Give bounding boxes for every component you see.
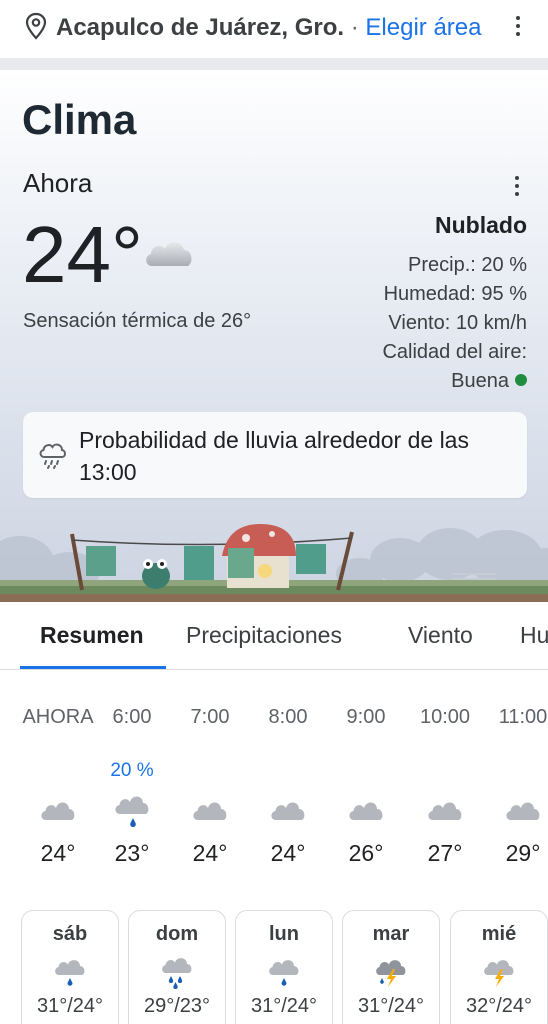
hour-column[interactable]: 6:00 20 % 23° — [93, 670, 171, 890]
hour-temp: 23° — [114, 840, 150, 866]
day-name: dom — [155, 923, 199, 945]
cloud-icon — [428, 802, 462, 820]
day-card[interactable]: mar 31°/24° — [342, 910, 440, 1024]
air-quality-value: Buena — [451, 370, 527, 393]
tab-viento[interactable]: Viento — [408, 622, 473, 649]
humidity-stat: Humedad: 95 % — [383, 283, 527, 305]
hour-label: AHORA — [22, 706, 94, 728]
cloud-heavy-rain-icon — [162, 958, 192, 989]
cloud-icon — [41, 802, 75, 820]
cloud-rain-icon — [55, 960, 85, 986]
cloud-icon — [193, 802, 227, 820]
rain-alert-text: Probabilidad de lluvia alrededor de las … — [79, 427, 469, 485]
cloud-icon — [349, 802, 383, 820]
day-range: 31°/24° — [357, 995, 425, 1017]
cloud-rain-icon — [115, 796, 149, 828]
day-name: lun — [269, 923, 299, 945]
day-name: mié — [481, 923, 517, 945]
card-more-options-icon[interactable] — [512, 174, 522, 198]
hour-temp: 24° — [192, 840, 228, 866]
condition-label: Nublado — [435, 212, 527, 238]
day-range: 31°/24° — [36, 995, 104, 1017]
rain-cloud-icon — [39, 443, 66, 469]
thunderstorm-icon — [376, 960, 406, 987]
hour-column[interactable]: 7:00 24° — [171, 670, 249, 890]
rain-alert[interactable]: Probabilidad de lluvia alrededor de las … — [23, 412, 527, 498]
section-divider — [0, 58, 548, 70]
hour-precip: 20 % — [110, 760, 154, 781]
hour-label: 6:00 — [112, 706, 152, 728]
hour-label: 9:00 — [346, 706, 386, 728]
card-title: Clima — [22, 96, 137, 143]
location-name: Acapulco de Juárez, Gro. — [56, 14, 345, 41]
day-range: 29°/23° — [143, 995, 211, 1017]
day-range: 32°/24° — [465, 995, 533, 1017]
hour-column[interactable]: 9:00 26° — [327, 670, 405, 890]
tab-bar: Resumen Precipitaciones Viento Humedad — [0, 602, 548, 670]
hour-column[interactable]: AHORA 24° — [19, 670, 97, 890]
daily-forecast: sáb 31°/24° dom 29°/23° lun 31°/24° mar … — [0, 890, 548, 1024]
hour-label: 8:00 — [268, 706, 308, 728]
hour-temp: 24° — [40, 840, 76, 866]
hour-temp: 24° — [270, 840, 306, 866]
now-label: Ahora — [23, 168, 93, 198]
wind-stat: Viento: 10 km/h — [388, 312, 527, 334]
hour-temp: 29° — [505, 840, 541, 866]
location-separator: · — [344, 14, 366, 41]
current-temperature: 24° — [22, 210, 143, 299]
hour-column[interactable]: 8:00 24° — [249, 670, 327, 890]
precipitation-stat: Precip.: 20 % — [408, 254, 527, 276]
air-quality-dot — [515, 374, 527, 386]
air-quality-text: Buena — [451, 370, 509, 392]
cloud-rain-icon — [269, 960, 299, 986]
cloud-icon — [271, 802, 305, 820]
hour-label: 7:00 — [190, 706, 230, 728]
day-card[interactable]: lun 31°/24° — [235, 910, 333, 1024]
day-card[interactable]: dom 29°/23° — [128, 910, 226, 1024]
location-line: Acapulco de Juárez, Gro. · Elegir área — [56, 14, 481, 42]
day-range: 31°/24° — [250, 995, 318, 1017]
hour-temp: 27° — [427, 840, 463, 866]
air-quality-label: Calidad del aire: — [382, 341, 527, 363]
feels-like: Sensación térmica de 26° — [23, 310, 252, 332]
day-card[interactable]: sáb 31°/24° — [21, 910, 119, 1024]
active-tab-indicator — [20, 666, 166, 669]
tab-precipitaciones[interactable]: Precipitaciones — [186, 622, 342, 649]
cloud-icon — [506, 802, 540, 820]
hour-column[interactable]: 10:00 27° — [406, 670, 484, 890]
hour-column[interactable]: 11:00 29° — [484, 670, 548, 890]
day-name: mar — [372, 923, 410, 945]
top-more-options-icon[interactable] — [513, 14, 523, 38]
tab-resumen[interactable]: Resumen — [40, 622, 144, 649]
weather-illustration — [0, 524, 548, 602]
location-bar: Acapulco de Juárez, Gro. · Elegir área — [0, 0, 548, 58]
thunderstorm-icon — [484, 960, 514, 987]
hour-temp: 26° — [348, 840, 384, 866]
change-area-link[interactable]: Elegir área — [365, 14, 481, 41]
hour-label: 11:00 — [498, 706, 548, 728]
day-name: sáb — [52, 923, 88, 945]
hour-label: 10:00 — [419, 706, 471, 728]
weather-card: Clima Ahora 24° Sensación térmica de 26°… — [0, 70, 548, 602]
tab-humedad[interactable]: Humedad — [520, 622, 548, 649]
location-pin-icon — [25, 12, 47, 40]
cloud-icon — [146, 242, 192, 266]
hourly-forecast: AHORA 24° 6:00 20 % 23° 7:00 24° 8:00 24… — [0, 670, 548, 890]
day-card[interactable]: mié 32°/24° — [450, 910, 548, 1024]
